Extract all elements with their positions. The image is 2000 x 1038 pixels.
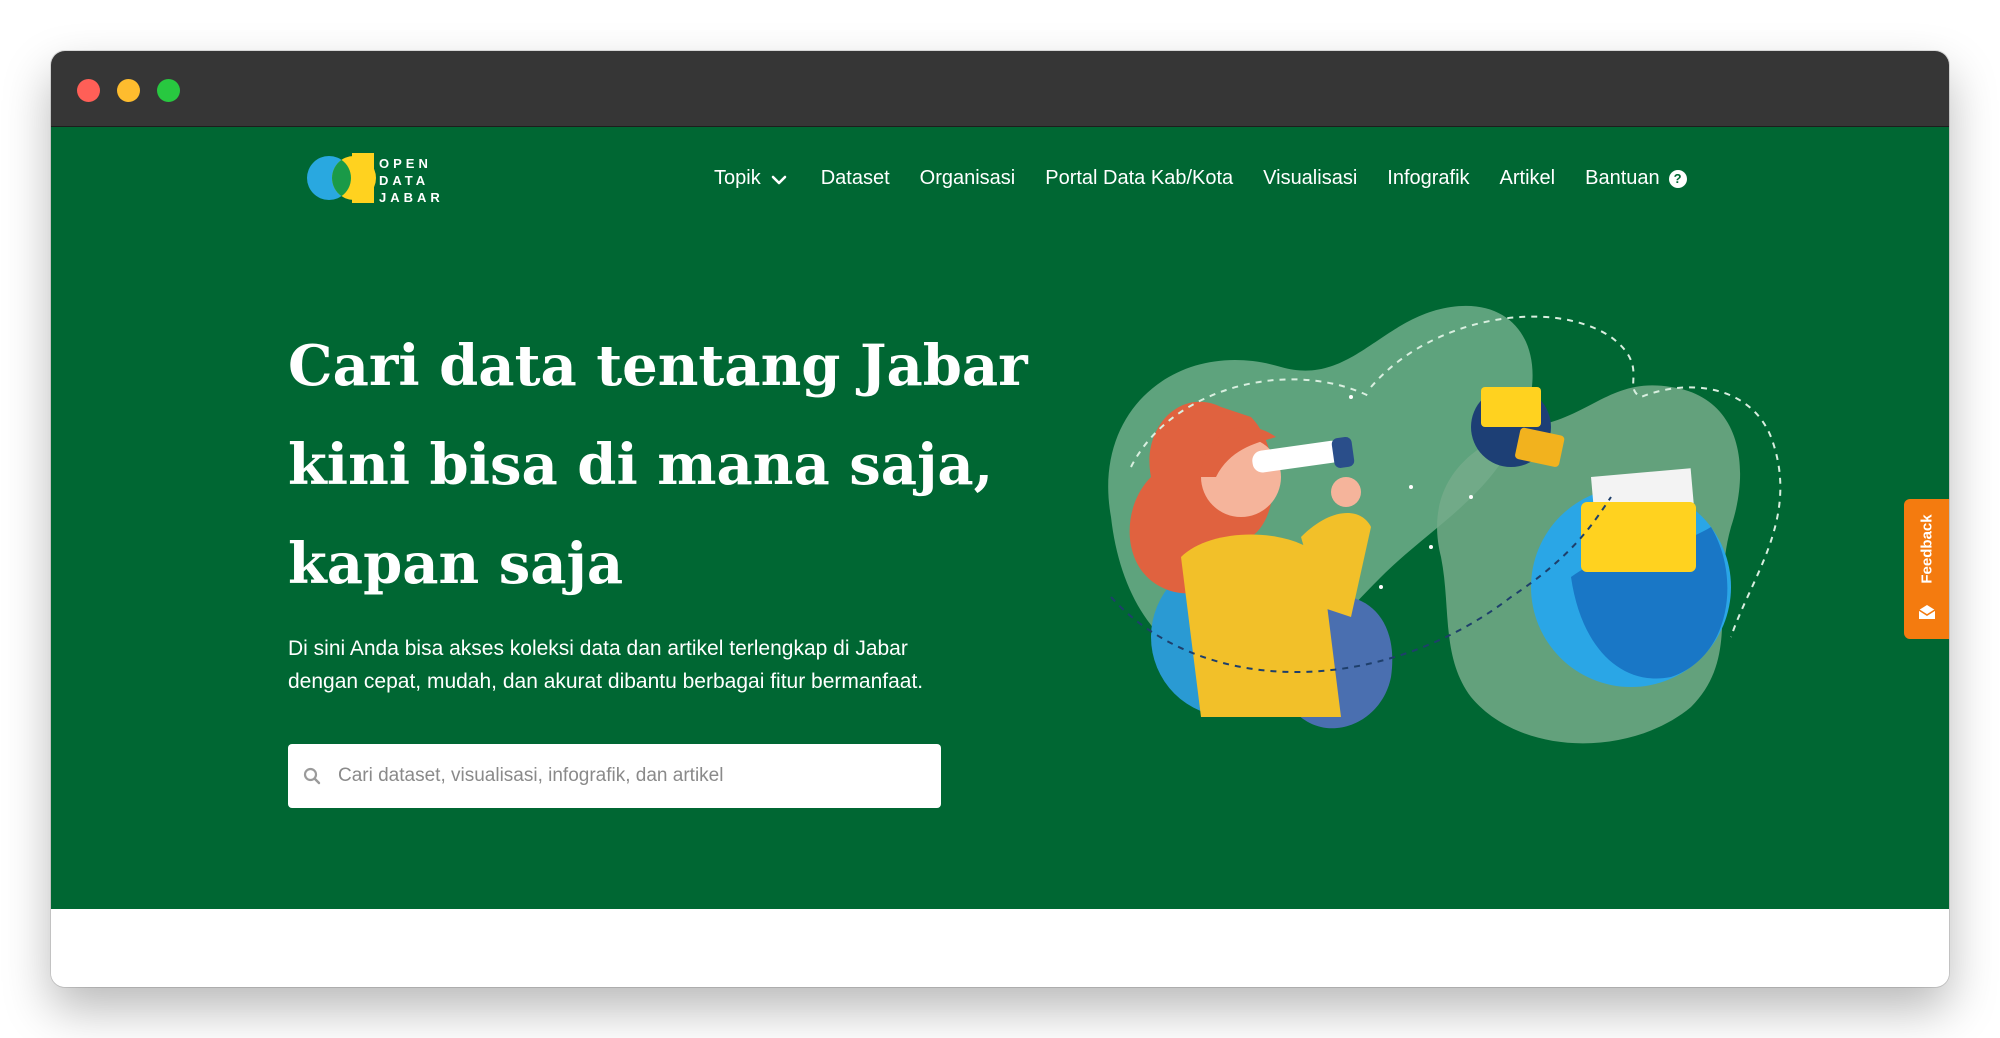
search-box[interactable] (288, 744, 941, 808)
nav-label-bantuan: Bantuan (1585, 167, 1660, 189)
maximize-window-button[interactable] (157, 79, 180, 102)
feedback-tab[interactable]: Feedback (1904, 499, 1949, 639)
search-input[interactable] (336, 744, 926, 808)
description-line-2: dengan cepat, mudah, dan akurat dibantu … (288, 670, 924, 693)
feedback-label: Feedback (1918, 514, 1935, 584)
help-circle-icon: ? (1668, 169, 1687, 188)
logo-wordmark[interactable]: OPEN DATA JABAR (379, 155, 444, 206)
nav-item-infografik[interactable]: Infografik (1387, 167, 1469, 190)
hero-section: OPEN DATA JABAR Topik Dataset Organisasi… (51, 127, 1949, 909)
search-icon (303, 767, 321, 785)
nav-item-organisasi[interactable]: Organisasi (920, 167, 1016, 190)
hero-headline: Cari data tentang Jabar kini bisa di man… (288, 317, 1048, 614)
headline-line-3: kapan saja (288, 531, 624, 597)
hero-description: Di sini Anda bisa akses koleksi data dan… (288, 632, 1048, 698)
page-content-below-hero (51, 909, 1949, 987)
nav-item-visualisasi[interactable]: Visualisasi (1263, 167, 1357, 190)
headline-line-2: kini bisa di mana saja, (288, 432, 994, 498)
mail-icon (1918, 605, 1936, 619)
headline-line-1: Cari data tentang Jabar (288, 333, 1028, 399)
logo-line-jabar: JABAR (379, 190, 444, 205)
hero-illustration (1108, 305, 1782, 744)
nav-label-artikel: Artikel (1499, 167, 1556, 189)
browser-window: OPEN DATA JABAR Topik Dataset Organisasi… (51, 51, 1949, 987)
nav-label-organisasi: Organisasi (919, 167, 1016, 189)
description-line-1: Di sini Anda bisa akses koleksi data dan… (288, 637, 908, 660)
logo-line-open: OPEN (379, 156, 432, 171)
nav-label-infografik: Infografik (1387, 167, 1470, 189)
minimize-window-button[interactable] (117, 79, 140, 102)
nav-item-portal-data-kab-kota[interactable]: Portal Data Kab/Kota (1045, 167, 1233, 190)
nav-item-bantuan[interactable]: Bantuan ? (1585, 167, 1687, 190)
nav-label-portal-data-kab-kota: Portal Data Kab/Kota (1045, 167, 1234, 189)
window-titlebar (51, 51, 1949, 127)
logo-line-data: DATA (379, 173, 430, 188)
nav-label-visualisasi: Visualisasi (1263, 167, 1358, 189)
nav-item-topik[interactable]: Topik (714, 167, 787, 190)
main-nav: Topik Dataset Organisasi Portal Data Kab… (714, 167, 1687, 190)
nav-item-dataset[interactable]: Dataset (821, 167, 890, 190)
nav-item-artikel[interactable]: Artikel (1500, 167, 1556, 190)
close-window-button[interactable] (77, 79, 100, 102)
nav-label-dataset: Dataset (820, 167, 890, 189)
nav-label-topik: Topik (714, 167, 761, 189)
chevron-down-icon (771, 175, 787, 184)
